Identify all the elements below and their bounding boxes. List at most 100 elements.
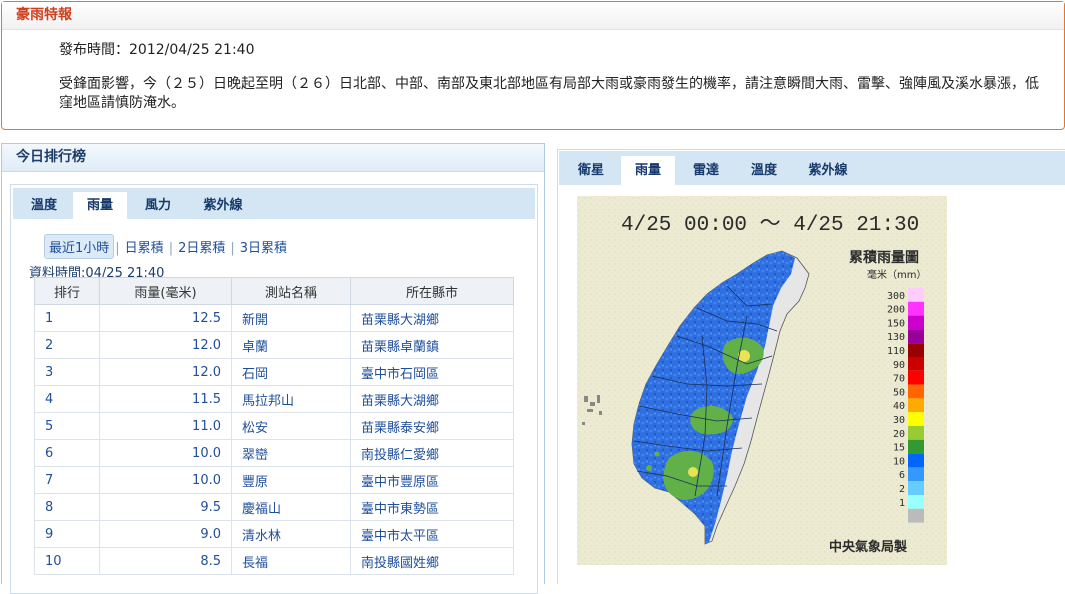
map-tab-temperature[interactable]: 溫度	[737, 156, 791, 185]
rainfall-map-svg: 4/25 00:00 ～ 4/25 21:30 累積雨量圖 毫米（mm） 300…	[577, 196, 947, 565]
map-legend-title: 累積雨量圖	[849, 249, 919, 266]
legend-swatch	[908, 357, 924, 371]
rainfall-cell: 11.0	[99, 412, 232, 440]
col-rank: 排行	[34, 277, 100, 305]
subtab-2day[interactable]: 2日累積	[174, 235, 229, 258]
legend-label: 6	[899, 470, 905, 481]
station-cell[interactable]: 卓蘭	[231, 331, 351, 359]
legend-swatch	[908, 412, 924, 426]
station-cell[interactable]: 新開	[231, 304, 351, 332]
station-cell[interactable]: 翠巒	[231, 439, 351, 467]
map-producer: 中央氣象局製	[829, 539, 907, 555]
legend-swatch	[908, 398, 924, 413]
table-row[interactable]: 4 11.5 馬拉邦山 苗栗縣大湖鄉	[34, 385, 514, 413]
location-cell: 苗栗縣大湖鄉	[350, 385, 514, 413]
table-row[interactable]: 10 8.5 長福 南投縣國姓鄉	[34, 547, 514, 575]
legend-swatch	[908, 481, 924, 495]
legend-swatch	[908, 453, 924, 468]
legend-label: 20	[893, 429, 905, 440]
map-tab-radar[interactable]: 雷達	[679, 156, 733, 185]
table-row[interactable]: 7 10.0 豐原 臺中市豐原區	[34, 466, 514, 494]
map-tab-rainfall[interactable]: 雨量	[621, 156, 675, 185]
station-cell[interactable]: 豐原	[231, 466, 351, 494]
legend-label: 50	[893, 387, 905, 398]
today-ranking-panel: 今日排行榜 溫度 雨量 風力 紫外線 最近1小時 | 日累積 | 2日累積 | 3日累積 資…	[1, 143, 545, 594]
legend-label: 30	[893, 415, 905, 426]
subtab-daily[interactable]: 日累積	[121, 235, 168, 258]
station-cell[interactable]: 慶福山	[231, 493, 351, 521]
station-cell[interactable]: 松安	[231, 412, 351, 440]
rank-cell: 4	[34, 385, 100, 413]
map-tab-satellite[interactable]: 衛星	[565, 156, 617, 185]
map-tabbar: 衛星 雨量 雷達 溫度 紫外線	[559, 151, 1065, 185]
map-time-range: 4/25 00:00 ～ 4/25 21:30	[621, 214, 919, 237]
legend-label: 110	[887, 346, 905, 357]
rainfall-cell: 8.5	[99, 547, 232, 575]
tab-uv[interactable]: 紫外線	[191, 192, 255, 219]
legend-label: 90	[893, 360, 905, 371]
table-row[interactable]: 9 9.0 清水林 臺中市太平區	[34, 520, 514, 548]
rank-cell: 5	[34, 412, 100, 440]
location-cell: 苗栗縣卓蘭鎮	[350, 331, 514, 359]
col-location: 所在縣市	[350, 277, 514, 305]
location-cell: 臺中市石岡區	[350, 358, 514, 386]
location-cell: 臺中市豐原區	[350, 466, 514, 494]
station-cell[interactable]: 清水林	[231, 520, 351, 548]
rainfall-cell: 12.5	[99, 304, 232, 332]
rank-cell: 3	[34, 358, 100, 386]
legend-label: 200	[887, 305, 905, 316]
rank-cell: 1	[34, 304, 100, 332]
map-tab-uv[interactable]: 紫外線	[795, 156, 861, 185]
warning-title: 豪雨特報	[2, 2, 1064, 30]
legend-swatch	[908, 315, 924, 330]
table-row[interactable]: 3 12.0 石岡 臺中市石岡區	[34, 358, 514, 386]
station-cell[interactable]: 石岡	[231, 358, 351, 386]
map-panel: 衛星 雨量 雷達 溫度 紫外線 4/25 00:00 ～ 4/25 21:30 …	[557, 149, 1065, 584]
legend-label: 15	[893, 443, 905, 454]
heavy-rain-warning-panel: 豪雨特報 發布時間：2012/04/25 21:40 受鋒面影響，今（２５）日晚…	[1, 1, 1065, 130]
legend-label: 70	[893, 374, 905, 385]
table-row[interactable]: 1 12.5 新開 苗栗縣大湖鄉	[34, 304, 514, 332]
location-cell: 南投縣仁愛鄉	[350, 439, 514, 467]
subtab-3day[interactable]: 3日累積	[236, 235, 291, 258]
location-cell: 臺中市東勢區	[350, 493, 514, 521]
legend-swatch	[908, 288, 924, 302]
legend-swatch	[908, 384, 924, 399]
table-row[interactable]: 6 10.0 翠巒 南投縣仁愛鄉	[34, 439, 514, 467]
rank-cell: 9	[34, 520, 100, 548]
station-cell[interactable]: 馬拉邦山	[231, 385, 351, 413]
accumulated-rainfall-map[interactable]: 4/25 00:00 ～ 4/25 21:30 累積雨量圖 毫米（mm） 300…	[577, 196, 947, 565]
table-row[interactable]: 2 12.0 卓蘭 苗栗縣卓蘭鎮	[34, 331, 514, 359]
warning-issued-time: 發布時間：2012/04/25 21:40	[59, 42, 255, 58]
legend-swatch	[908, 495, 924, 509]
legend-label: 150	[887, 318, 905, 329]
legend-swatch	[908, 439, 924, 454]
location-cell: 臺中市太平區	[350, 520, 514, 548]
legend-label: 300	[887, 291, 905, 302]
rainfall-cell: 10.0	[99, 439, 232, 467]
legend-label: 10	[893, 456, 905, 467]
legend-swatch	[908, 508, 924, 523]
legend-label: 2	[899, 484, 905, 495]
table-row[interactable]: 5 11.0 松安 苗栗縣泰安鄉	[34, 412, 514, 440]
legend-label: 130	[887, 332, 905, 343]
rainfall-cell: 12.0	[99, 331, 232, 359]
table-row[interactable]: 8 9.5 慶福山 臺中市東勢區	[34, 493, 514, 521]
rainfall-ranking-table: 排行 雨量(毫米) 測站名稱 所在縣市 1 12.5 新開 苗栗縣大湖鄉 2 12.0 卓蘭…	[34, 277, 514, 575]
tab-temperature[interactable]: 溫度	[18, 192, 70, 219]
subtab-last-hour[interactable]: 最近1小時	[44, 234, 115, 259]
rank-cell: 8	[34, 493, 100, 521]
legend-swatch	[908, 343, 924, 357]
rank-cell: 10	[34, 547, 100, 575]
tab-rainfall[interactable]: 雨量	[73, 192, 127, 219]
rainfall-cell: 9.0	[99, 520, 232, 548]
rank-cell: 6	[34, 439, 100, 467]
rainfall-cell: 10.0	[99, 466, 232, 494]
rainfall-cell: 9.5	[99, 493, 232, 521]
station-cell[interactable]: 長福	[231, 547, 351, 575]
ranking-title: 今日排行榜	[2, 144, 544, 172]
table-header-row: 排行 雨量(毫米) 測站名稱 所在縣市	[34, 277, 514, 305]
tab-wind[interactable]: 風力	[131, 192, 185, 219]
location-cell: 苗栗縣泰安鄉	[350, 412, 514, 440]
rank-cell: 7	[34, 466, 100, 494]
